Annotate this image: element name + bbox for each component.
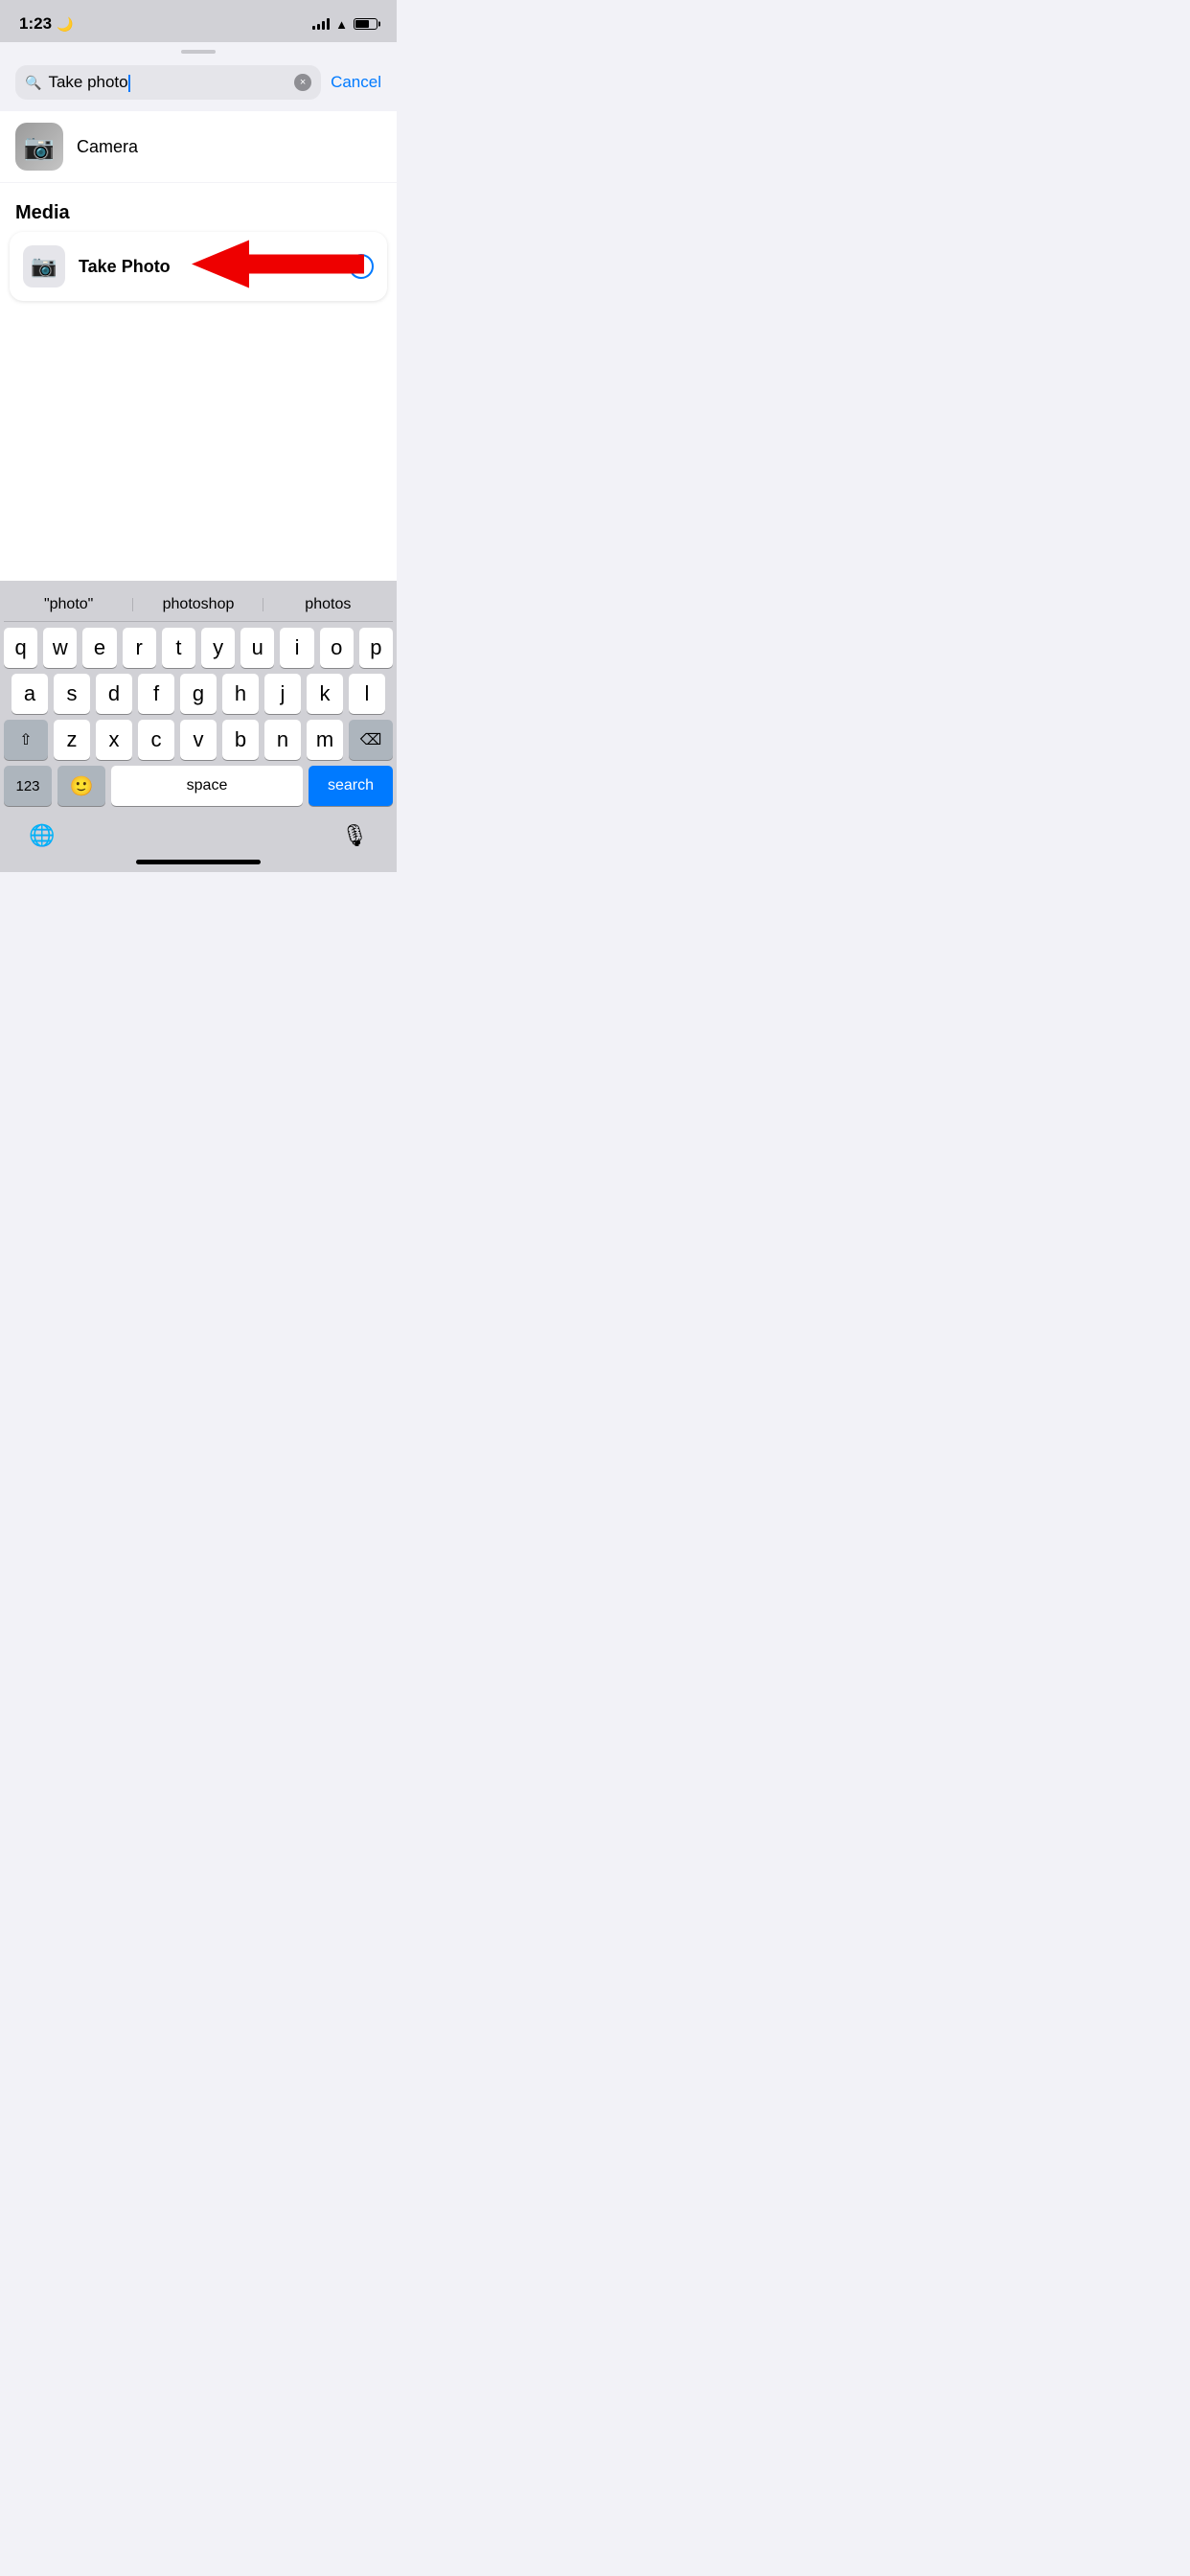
keyboard-row-3: ⇧ z x c v b n m ⌫: [4, 720, 393, 760]
battery-icon: [354, 18, 378, 30]
red-arrow-annotation: [192, 236, 330, 298]
bottom-bar: 🌐 🎙: [0, 816, 397, 854]
take-photo-action[interactable]: 📷 Take Photo i: [10, 232, 387, 301]
predictive-bar: "photo" photoshop photos: [4, 588, 393, 622]
keyboard-row-1: q w e r t y u i o p: [4, 628, 393, 668]
key-n[interactable]: n: [264, 720, 301, 760]
key-f[interactable]: f: [138, 674, 174, 714]
key-v[interactable]: v: [180, 720, 217, 760]
media-section-header: Media: [0, 183, 397, 232]
search-area: 🔍 Take photo × Cancel: [0, 59, 397, 111]
camera-app-name: Camera: [77, 137, 138, 157]
search-icon: 🔍: [25, 75, 41, 91]
prediction-1[interactable]: "photo": [4, 596, 133, 613]
key-b[interactable]: b: [222, 720, 259, 760]
cancel-button[interactable]: Cancel: [331, 73, 381, 92]
prediction-2[interactable]: photoshop: [133, 596, 263, 613]
key-w[interactable]: w: [43, 628, 77, 668]
signal-bars-icon: [312, 18, 330, 30]
keyboard[interactable]: "photo" photoshop photos q w e r t y u i…: [0, 581, 397, 816]
space-key[interactable]: space: [111, 766, 303, 806]
key-o[interactable]: o: [320, 628, 354, 668]
key-l[interactable]: l: [349, 674, 385, 714]
key-k[interactable]: k: [307, 674, 343, 714]
key-r[interactable]: r: [123, 628, 156, 668]
home-indicator: [0, 854, 397, 872]
content-spacer: [0, 312, 397, 581]
clear-button[interactable]: ×: [294, 74, 311, 91]
globe-icon[interactable]: 🌐: [29, 823, 55, 848]
wifi-icon: ▲: [335, 17, 348, 32]
key-j[interactable]: j: [264, 674, 301, 714]
key-e[interactable]: e: [82, 628, 116, 668]
delete-key[interactable]: ⌫: [349, 720, 393, 760]
key-c[interactable]: c: [138, 720, 174, 760]
key-m[interactable]: m: [307, 720, 343, 760]
key-y[interactable]: y: [201, 628, 235, 668]
status-time: 1:23 🌙: [19, 14, 73, 34]
key-t[interactable]: t: [162, 628, 195, 668]
status-bar: 1:23 🌙 ▲: [0, 0, 397, 42]
numbers-key[interactable]: 123: [4, 766, 52, 806]
search-bar[interactable]: 🔍 Take photo ×: [15, 65, 321, 100]
results-area: 📷 Camera Media 📷 Take Photo i: [0, 111, 397, 581]
key-u[interactable]: u: [240, 628, 274, 668]
keyboard-row-4: 123 🙂 space search: [4, 766, 393, 806]
camera-app-result[interactable]: 📷 Camera: [0, 111, 397, 183]
key-s[interactable]: s: [54, 674, 90, 714]
keyboard-row-2: a s d f g h j k l: [4, 674, 393, 714]
take-photo-icon: 📷: [23, 245, 65, 288]
key-i[interactable]: i: [280, 628, 313, 668]
microphone-icon[interactable]: 🎙: [341, 823, 368, 848]
key-g[interactable]: g: [180, 674, 217, 714]
sheet-drag-indicator: [0, 42, 397, 59]
key-q[interactable]: q: [4, 628, 37, 668]
moon-icon: 🌙: [57, 16, 73, 33]
search-key[interactable]: search: [309, 766, 393, 806]
key-h[interactable]: h: [222, 674, 259, 714]
key-z[interactable]: z: [54, 720, 90, 760]
key-p[interactable]: p: [359, 628, 393, 668]
section-title: Media: [15, 202, 70, 223]
time-label: 1:23: [19, 14, 52, 34]
status-icons: ▲: [312, 17, 378, 32]
emoji-key[interactable]: 🙂: [57, 766, 105, 806]
camera-app-icon: 📷: [15, 123, 63, 171]
search-input[interactable]: Take photo: [48, 73, 287, 92]
shift-key[interactable]: ⇧: [4, 720, 48, 760]
prediction-3[interactable]: photos: [263, 596, 393, 613]
key-d[interactable]: d: [96, 674, 132, 714]
key-a[interactable]: a: [11, 674, 48, 714]
key-x[interactable]: x: [96, 720, 132, 760]
